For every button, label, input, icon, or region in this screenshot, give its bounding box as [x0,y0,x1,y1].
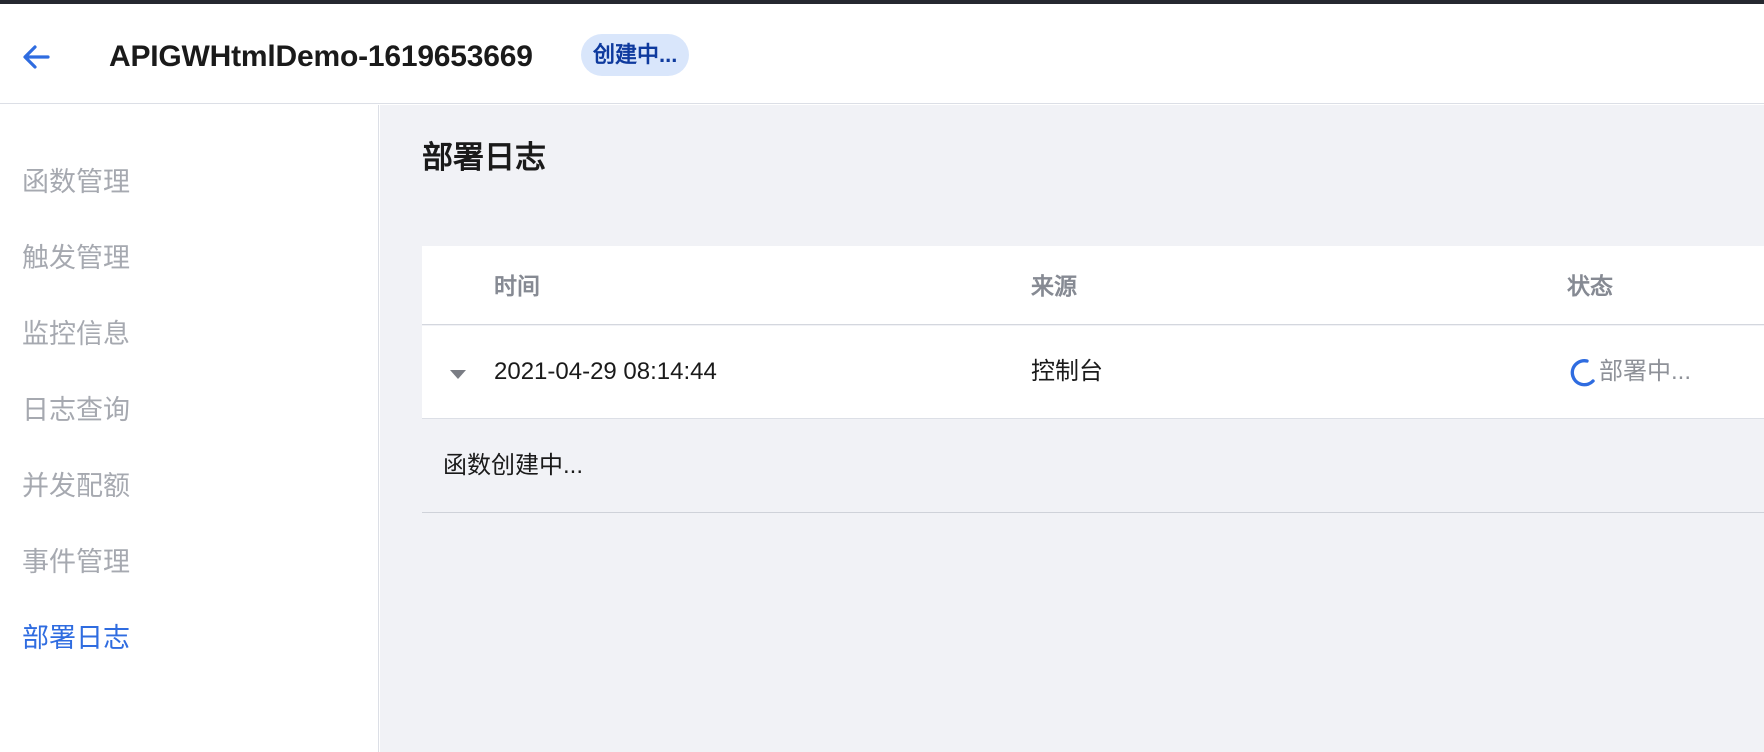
row-time: 2021-04-29 08:14:44 [494,358,717,385]
sidebar-item-log-query[interactable]: 日志查询 [22,390,130,430]
sidebar-item-trigger-management[interactable]: 触发管理 [22,238,130,278]
page-title: APIGWHtmlDemo-1619653669 [109,40,533,73]
status-badge: 创建中... [581,34,690,76]
arrow-left-icon [23,45,50,69]
table-row[interactable]: 2021-04-29 08:14:44 控制台 部署中... [422,326,1764,419]
row-source: 控制台 [1031,358,1103,385]
main-content: 部署日志 时间 来源 状态 2021-04-29 08:14:44 控制台 部署… [380,105,1764,752]
caret-down-icon [450,370,466,379]
back-button[interactable] [18,39,54,75]
page-header: APIGWHtmlDemo-1619653669 创建中... [0,4,1764,104]
row-detail: 函数创建中... [422,420,1764,513]
sidebar-item-concurrency-quota[interactable]: 并发配额 [22,466,130,506]
expand-toggle[interactable] [446,362,470,386]
spinner-icon [1570,359,1595,387]
column-header-time: 时间 [494,273,540,299]
table-header: 时间 来源 状态 [422,246,1764,325]
sidebar-item-monitoring[interactable]: 监控信息 [22,314,130,354]
section-title: 部署日志 [422,140,546,175]
deploy-log-table: 时间 来源 状态 2021-04-29 08:14:44 控制台 部署中... … [422,246,1764,518]
sidebar-item-event-management[interactable]: 事件管理 [22,542,130,582]
row-status-label: 部署中... [1599,358,1692,385]
sidebar-item-function-management[interactable]: 函数管理 [22,162,130,202]
sidebar-item-deploy-logs[interactable]: 部署日志 [22,618,130,658]
row-detail-text: 函数创建中... [443,452,584,479]
row-status: 部署中... [1567,354,1691,390]
column-header-status: 状态 [1567,273,1613,299]
sidebar: 函数管理 触发管理 监控信息 日志查询 并发配额 事件管理 部署日志 [0,105,379,752]
column-header-source: 来源 [1031,273,1077,299]
